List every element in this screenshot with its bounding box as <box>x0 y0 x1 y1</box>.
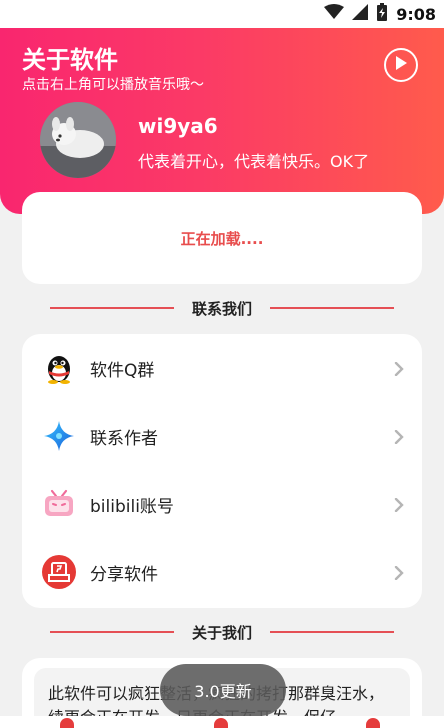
loading-text: 正在加载.... <box>180 229 264 248</box>
announcement-card: 正在加载.... <box>22 192 422 284</box>
status-icons: 9:08 <box>324 3 436 25</box>
list-item-share[interactable]: 分享软件 <box>22 538 422 606</box>
wifi-icon <box>324 4 345 24</box>
about-section-header: 关于我们 <box>0 620 444 644</box>
divider-line <box>270 631 394 633</box>
signal-icon <box>352 4 369 24</box>
nav-profile-icon[interactable] <box>366 718 380 728</box>
contact-list: 软件Q群 联系作者 bilibili账号 分享软件 <box>22 334 422 608</box>
profile-header: 关于软件 点击右上角可以播放音乐哦～ wi9ya6 代表着开心，代表着快乐。OK… <box>0 28 444 214</box>
username: wi9ya6 <box>138 114 218 138</box>
list-item-qq-group[interactable]: 软件Q群 <box>22 334 422 402</box>
play-music-button[interactable] <box>384 48 418 82</box>
user-motto: 代表着开心，代表着快乐。OK了 <box>138 152 370 171</box>
list-item-bilibili[interactable]: bilibili账号 <box>22 470 422 538</box>
toast-text: 3.0更新 <box>194 682 252 701</box>
contact-section-header: 联系我们 <box>0 296 444 320</box>
nav-home-icon[interactable] <box>60 718 74 728</box>
battery-charging-icon <box>376 3 388 25</box>
chevron-right-icon <box>394 565 404 581</box>
avatar[interactable] <box>40 102 116 178</box>
list-item-label: 软件Q群 <box>90 360 155 381</box>
list-item-label: 分享软件 <box>90 564 158 585</box>
share-icon <box>42 555 76 589</box>
star-sparkle-icon <box>42 419 76 453</box>
play-circle-icon <box>394 55 408 75</box>
list-item-label: 联系作者 <box>90 428 158 449</box>
chevron-right-icon <box>394 429 404 445</box>
qq-penguin-icon <box>42 351 76 385</box>
list-item-contact-author[interactable]: 联系作者 <box>22 402 422 470</box>
bilibili-tv-icon <box>42 487 76 521</box>
chevron-right-icon <box>394 361 404 377</box>
status-bar: 9:08 <box>0 0 444 28</box>
page-subtitle: 点击右上角可以播放音乐哦～ <box>22 77 204 93</box>
nav-music-icon[interactable] <box>214 718 228 728</box>
clock: 9:08 <box>396 4 436 24</box>
bottom-nav-bar[interactable] <box>0 716 444 728</box>
divider-line <box>270 307 394 309</box>
page-title: 关于软件 <box>22 46 118 74</box>
chevron-right-icon <box>394 497 404 513</box>
list-item-label: bilibili账号 <box>90 496 174 517</box>
toast-message: 3.0更新 <box>160 664 286 716</box>
